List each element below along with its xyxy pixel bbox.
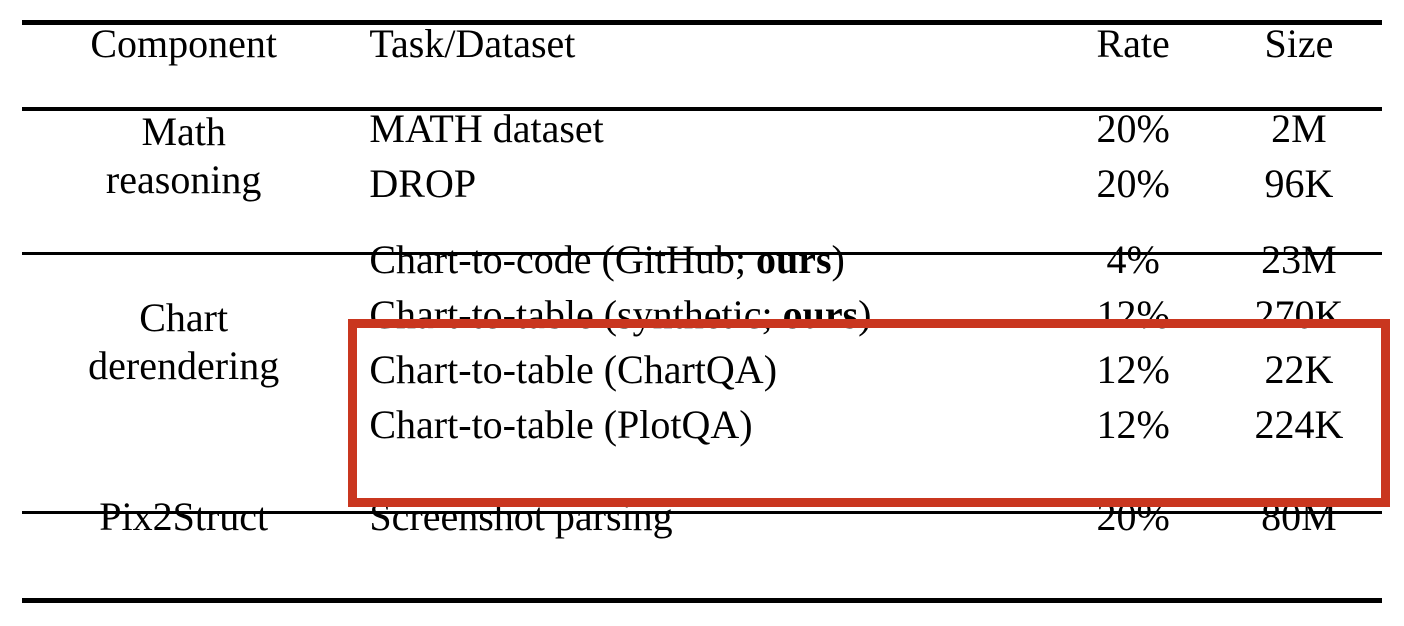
table-bottom-rule <box>22 598 1382 603</box>
task-cell: Chart-to-code (GitHub; ours) <box>345 232 1050 287</box>
table-row: Chart derendering Chart-to-code (GitHub;… <box>22 232 1382 386</box>
spacer-after-midrule-1 <box>22 218 1382 232</box>
rate-cell: 20% <box>1096 160 1170 206</box>
table-figure: Component Task/Dataset Rate Size Math re… <box>0 0 1404 626</box>
rate-cell: 4% <box>1106 236 1160 282</box>
task-cell: DROP <box>345 156 1050 211</box>
column-header-rate: Rate <box>1096 20 1170 66</box>
size-cell: 96K <box>1264 160 1334 206</box>
task-label: Chart-to-code (GitHub; <box>369 236 756 282</box>
group-label-chart-derendering: Chart derendering <box>22 232 345 452</box>
group-label-line-1: Math <box>141 109 226 154</box>
group-label-math-reasoning: Math reasoning <box>22 101 345 211</box>
task-cell: MATH dataset <box>345 101 1050 156</box>
group-label-line-1: Chart <box>139 295 229 340</box>
table-header-row: Component Task/Dataset Rate Size <box>22 0 1382 87</box>
task-label-suffix: ) <box>831 236 845 282</box>
size-cell: 2M <box>1271 105 1327 151</box>
task-label: DROP <box>369 160 477 206</box>
size-cell: 23M <box>1261 236 1337 282</box>
spacer-before-midrule-1 <box>22 211 1382 218</box>
rate-cell: 20% <box>1096 105 1170 151</box>
column-header-component: Component <box>90 20 278 66</box>
column-header-task: Task/Dataset <box>369 20 576 66</box>
task-label-emphasis: ours <box>755 236 832 282</box>
column-header-size: Size <box>1264 20 1334 66</box>
task-label: MATH dataset <box>369 105 604 151</box>
group-label-line-2: derendering <box>88 343 280 388</box>
chart-to-table-rows-highlight <box>348 319 1390 507</box>
group-label-pix2struct: Pix2Struct <box>99 493 269 539</box>
group-label-line-2: reasoning <box>105 157 262 202</box>
table-row: Math reasoning MATH dataset 20% 2M <box>22 101 1382 200</box>
spacer-after-header <box>22 87 1382 101</box>
